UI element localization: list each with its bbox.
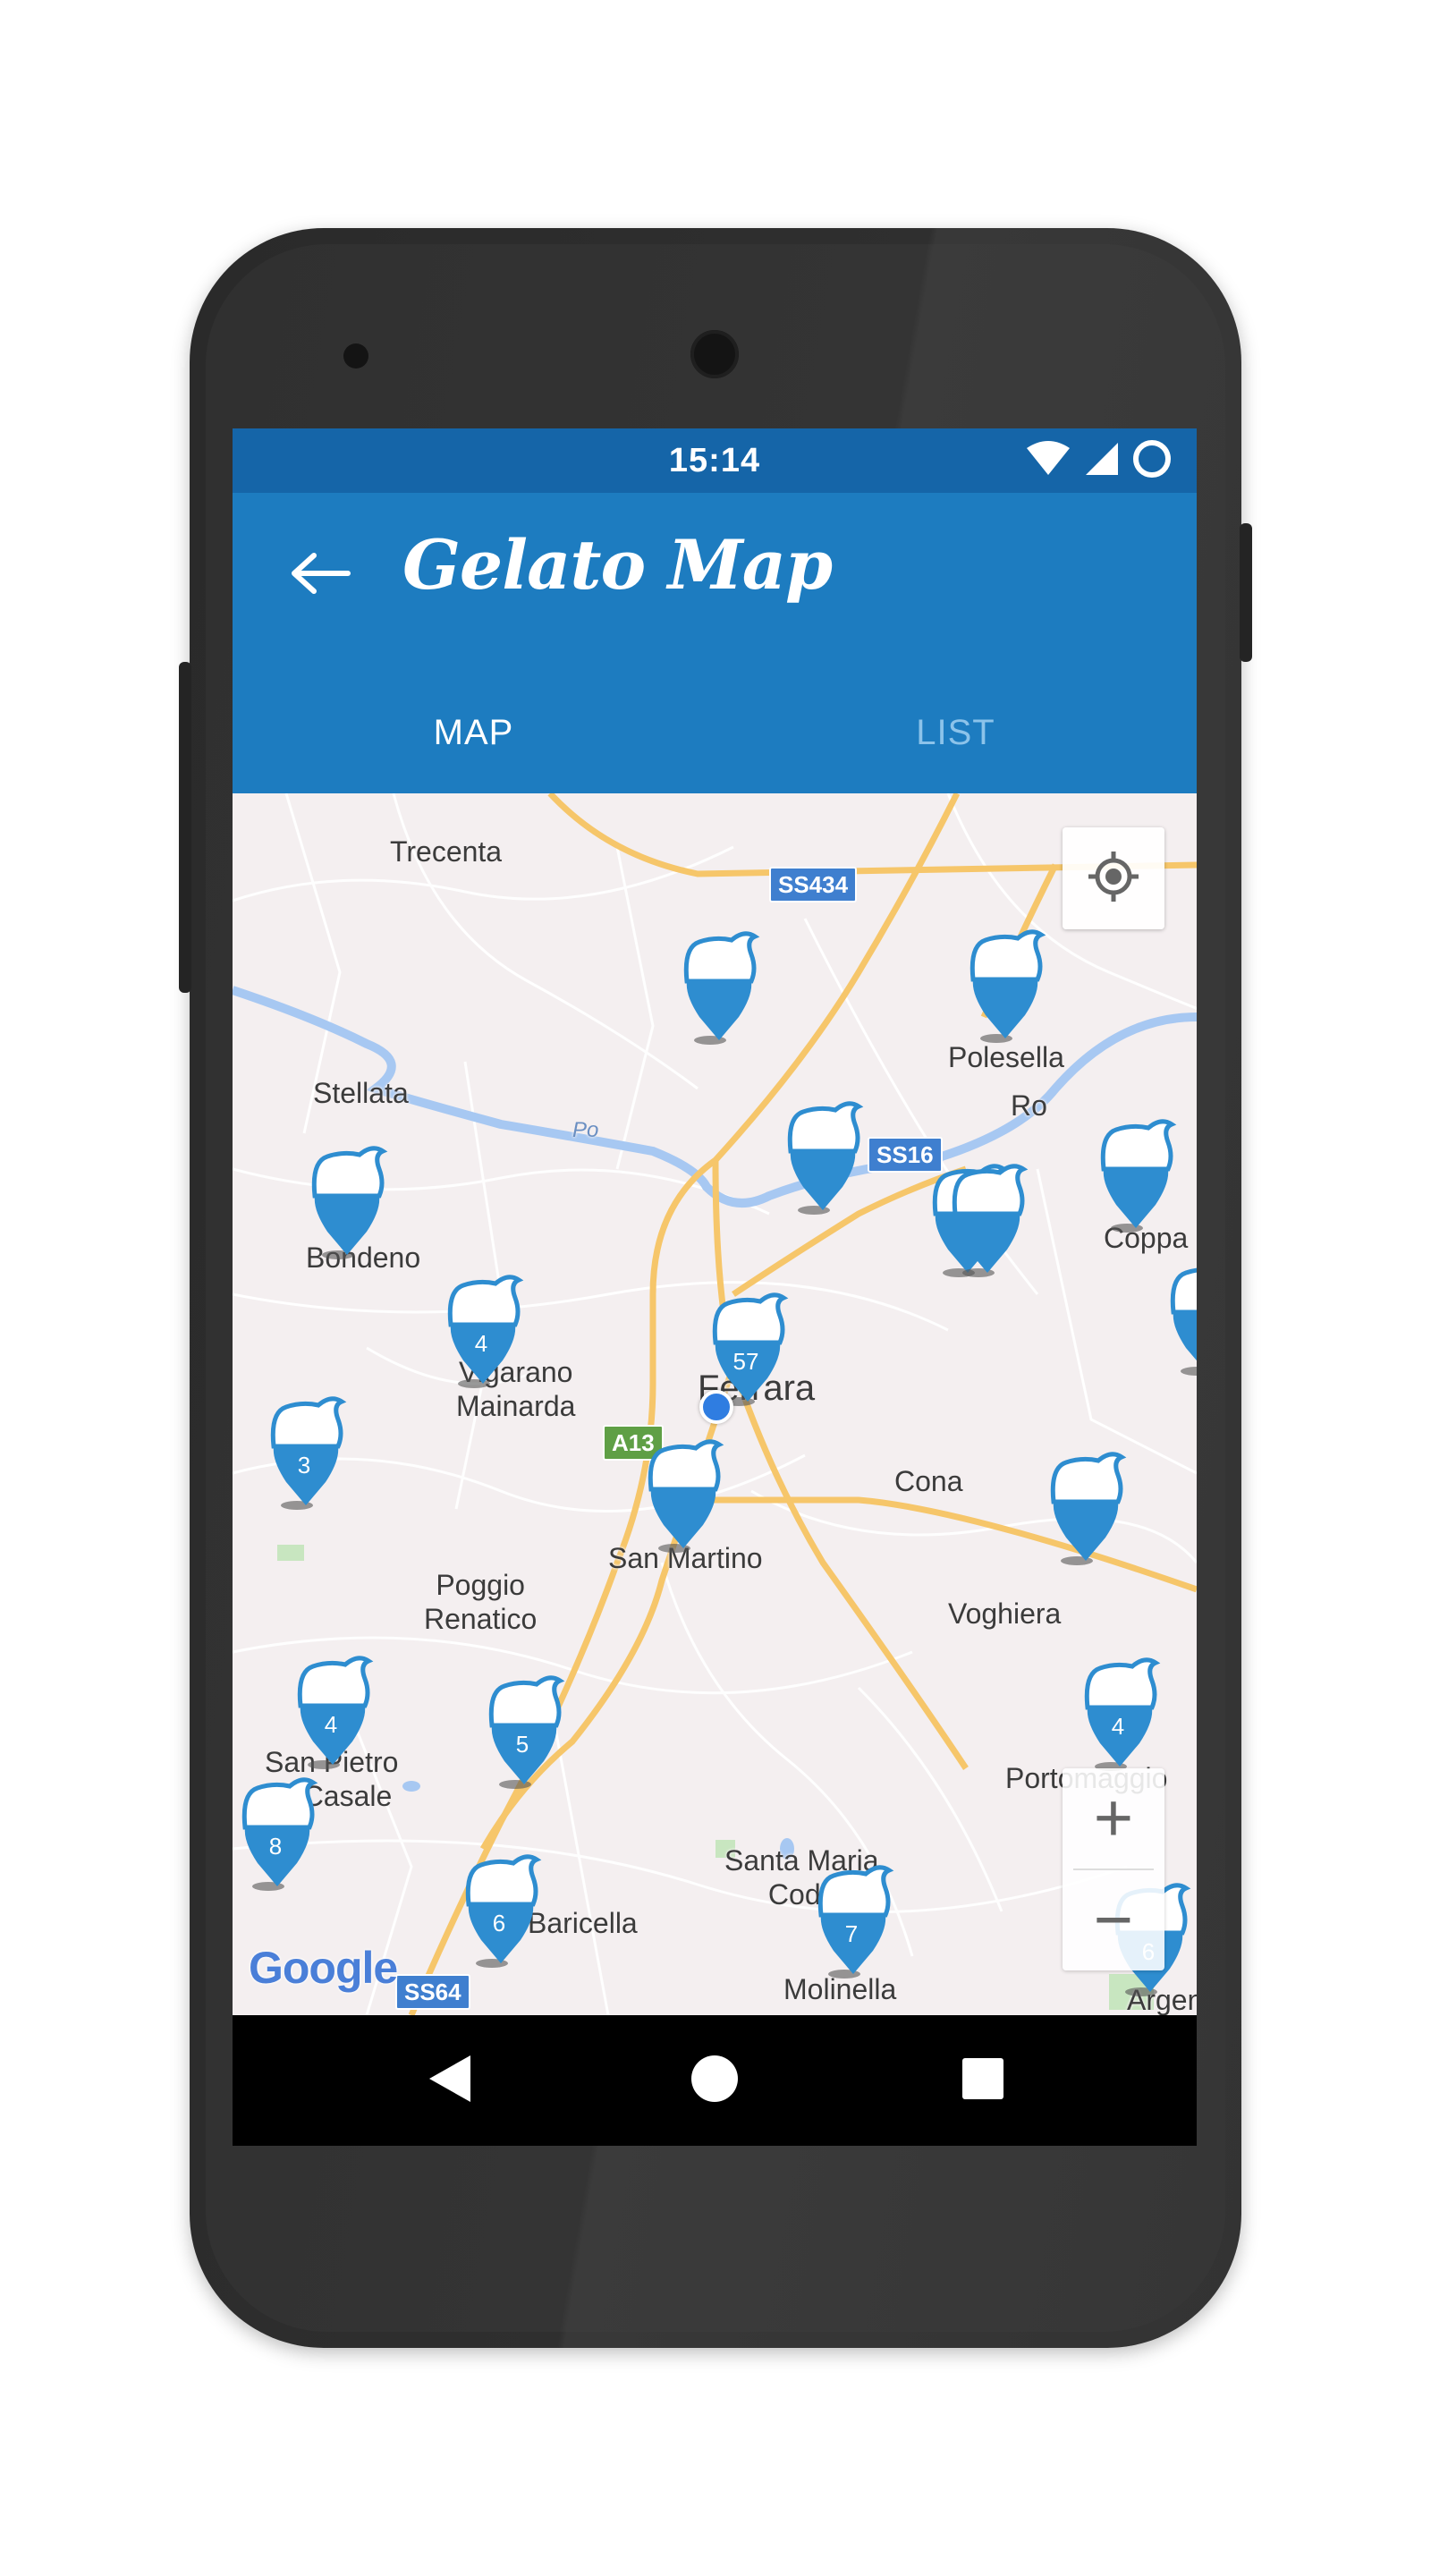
tab-map-label: MAP	[433, 712, 514, 752]
gelato-pin[interactable]	[644, 1436, 730, 1557]
battery-icon	[1132, 439, 1172, 483]
proximity-sensor	[343, 343, 368, 369]
gelato-pin[interactable]: 4	[293, 1652, 379, 1774]
nav-home-button[interactable]	[670, 2036, 759, 2125]
road-shield-ss434: SS434	[769, 867, 858, 902]
gelato-pin[interactable]: 6	[461, 1851, 547, 1972]
gelato-cup-icon	[1100, 1119, 1177, 1233]
gelato-cup-icon	[683, 931, 760, 1045]
volume-button	[179, 662, 191, 993]
tab-map[interactable]: MAP	[233, 672, 715, 793]
gelato-pin[interactable]	[1097, 1115, 1182, 1237]
nav-home-icon	[690, 2054, 740, 2108]
gelato-cup-icon	[787, 1101, 864, 1215]
tab-list[interactable]: LIST	[715, 672, 1197, 793]
pin-count: 4	[324, 1711, 338, 1738]
arrow-left-icon	[289, 551, 351, 600]
place-stellata: Stellata	[313, 1077, 409, 1109]
pin-count: 7	[844, 1920, 859, 1947]
current-location-dot	[699, 1390, 733, 1424]
road-shield-ss64: SS64	[395, 1974, 470, 2010]
gelato-pin[interactable]: 4	[444, 1271, 529, 1393]
my-location-button[interactable]	[1063, 827, 1164, 929]
gelato-pin[interactable]: 7	[814, 1861, 900, 1983]
pin-count: 8	[268, 1833, 283, 1860]
gelato-pin[interactable]	[948, 1160, 1034, 1282]
power-button	[1240, 523, 1252, 662]
zoom-controls: + −	[1063, 1768, 1164, 1970]
status-icons	[1025, 439, 1172, 483]
phone-screen: 15:14 Gelato Map MAP LIST Trecenta Poles…	[233, 428, 1197, 2146]
pin-count: 4	[1111, 1713, 1125, 1740]
navigation-bar	[233, 2015, 1197, 2146]
gelato-pin[interactable]	[966, 926, 1052, 1047]
gelato-pin[interactable]: 8	[238, 1774, 324, 1895]
gelato-pin[interactable]	[1046, 1448, 1132, 1570]
map-view[interactable]: Trecenta Polesella Ro Stellata Po Bonden…	[233, 793, 1197, 2015]
status-bar: 15:14	[233, 428, 1197, 493]
wifi-icon	[1025, 440, 1071, 481]
front-camera	[690, 330, 739, 378]
pin-count: 3	[297, 1452, 311, 1479]
gelato-cup-icon	[648, 1439, 724, 1553]
app-title: Gelato Map	[402, 525, 833, 605]
signal-icon	[1084, 441, 1120, 481]
gelato-pin[interactable]: 5	[485, 1672, 571, 1793]
gelato-cup-icon	[1050, 1452, 1127, 1565]
pin-count: 6	[492, 1910, 506, 1936]
gelato-pin[interactable]	[680, 928, 766, 1049]
gelato-cup-icon	[311, 1146, 388, 1259]
gelato-pin[interactable]	[1166, 1258, 1197, 1380]
gelato-cup-icon	[952, 1164, 1029, 1277]
gelato-cup-icon	[1170, 1267, 1197, 1376]
back-button[interactable]	[283, 538, 358, 613]
google-logo: Google	[249, 1942, 398, 1994]
place-trecenta: Trecenta	[390, 835, 503, 868]
tab-bar: MAP LIST	[233, 672, 1197, 793]
gelato-pin[interactable]: 4	[1080, 1654, 1166, 1775]
gelato-pin[interactable]: 3	[267, 1393, 352, 1514]
gelato-pin[interactable]	[308, 1142, 394, 1264]
place-ro: Ro	[1011, 1089, 1047, 1122]
tab-list-label: LIST	[916, 712, 995, 752]
gelato-pin[interactable]	[783, 1097, 869, 1219]
place-po: Po	[572, 1118, 599, 1142]
place-poggio: Poggio Renatico	[424, 1569, 538, 1635]
pin-count: 5	[515, 1731, 529, 1758]
place-cona: Cona	[894, 1465, 963, 1497]
zoom-out-button[interactable]: −	[1063, 1870, 1164, 1970]
my-location-icon	[1087, 850, 1140, 908]
pin-count: 4	[474, 1330, 488, 1357]
nav-recents-icon	[961, 2056, 1005, 2106]
place-voghiera: Voghiera	[948, 1597, 1062, 1630]
app-bar: Gelato Map MAP LIST	[233, 493, 1197, 793]
nav-recents-button[interactable]	[938, 2036, 1028, 2125]
zoom-in-button[interactable]: +	[1063, 1768, 1164, 1868]
gelato-cup-icon	[970, 929, 1046, 1043]
pin-count: 57	[732, 1348, 759, 1375]
google-attribution: Google	[249, 1943, 398, 1993]
nav-back-button[interactable]	[406, 2036, 495, 2125]
nav-back-icon	[426, 2052, 476, 2110]
